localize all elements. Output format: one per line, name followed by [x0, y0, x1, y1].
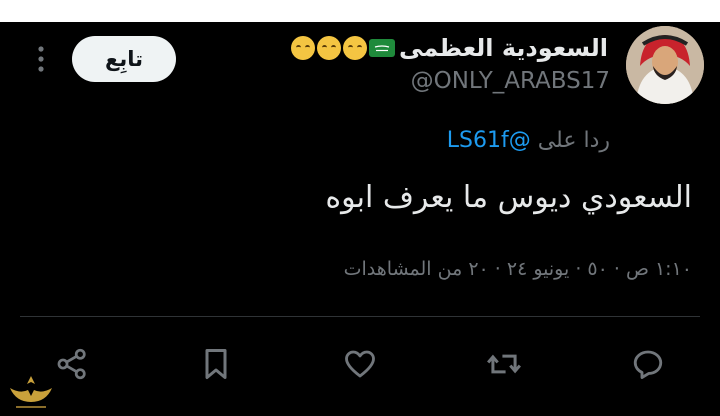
divider	[20, 316, 700, 317]
face-emoji-icon	[316, 36, 341, 60]
reply-icon	[633, 350, 663, 379]
author-name-text: السعودية العظمى	[398, 34, 608, 62]
reply-context: ردا على @LS61f	[447, 128, 610, 153]
follow-button[interactable]: تابِع	[72, 36, 176, 82]
retweet-button[interactable]	[484, 344, 524, 384]
tweet-screen: تابِع السعودية العظمى @ONLY_ARABS17 ردا …	[0, 22, 720, 416]
watermark-logo	[10, 376, 52, 408]
author-handle[interactable]: @ONLY_ARABS17	[411, 68, 610, 94]
avatar[interactable]	[626, 26, 704, 104]
saudi-flag-icon	[368, 39, 395, 57]
author-display-name[interactable]: السعودية العظمى	[290, 32, 608, 64]
face-emoji-icon	[290, 36, 315, 60]
tweet-text: السعودي ديوس ما يعرف ابوه	[325, 180, 692, 215]
tweet-timestamp[interactable]: ١:١٠ ص · ٥٠ · يونيو ٢٤ · ٢٠	[468, 258, 692, 280]
tweet-meta: ١:١٠ ص · ٥٠ · يونيو ٢٤ · ٢٠ من المشاهدات	[344, 258, 692, 280]
retweet-icon	[487, 354, 521, 374]
more-options-icon[interactable]	[32, 44, 50, 74]
views-label: من المشاهدات	[343, 258, 463, 280]
bookmark-icon	[205, 349, 227, 379]
bookmark-button[interactable]	[196, 344, 236, 384]
face-emoji-icon	[342, 36, 367, 60]
reply-button[interactable]	[628, 344, 668, 384]
reply-mention-link[interactable]: @LS61f	[447, 128, 531, 153]
share-icon	[57, 348, 86, 380]
share-button[interactable]	[52, 344, 92, 384]
like-icon	[345, 350, 375, 378]
follow-button-label: تابِع	[104, 47, 143, 71]
like-button[interactable]	[340, 344, 380, 384]
reply-prefix: ردا على	[537, 128, 610, 153]
